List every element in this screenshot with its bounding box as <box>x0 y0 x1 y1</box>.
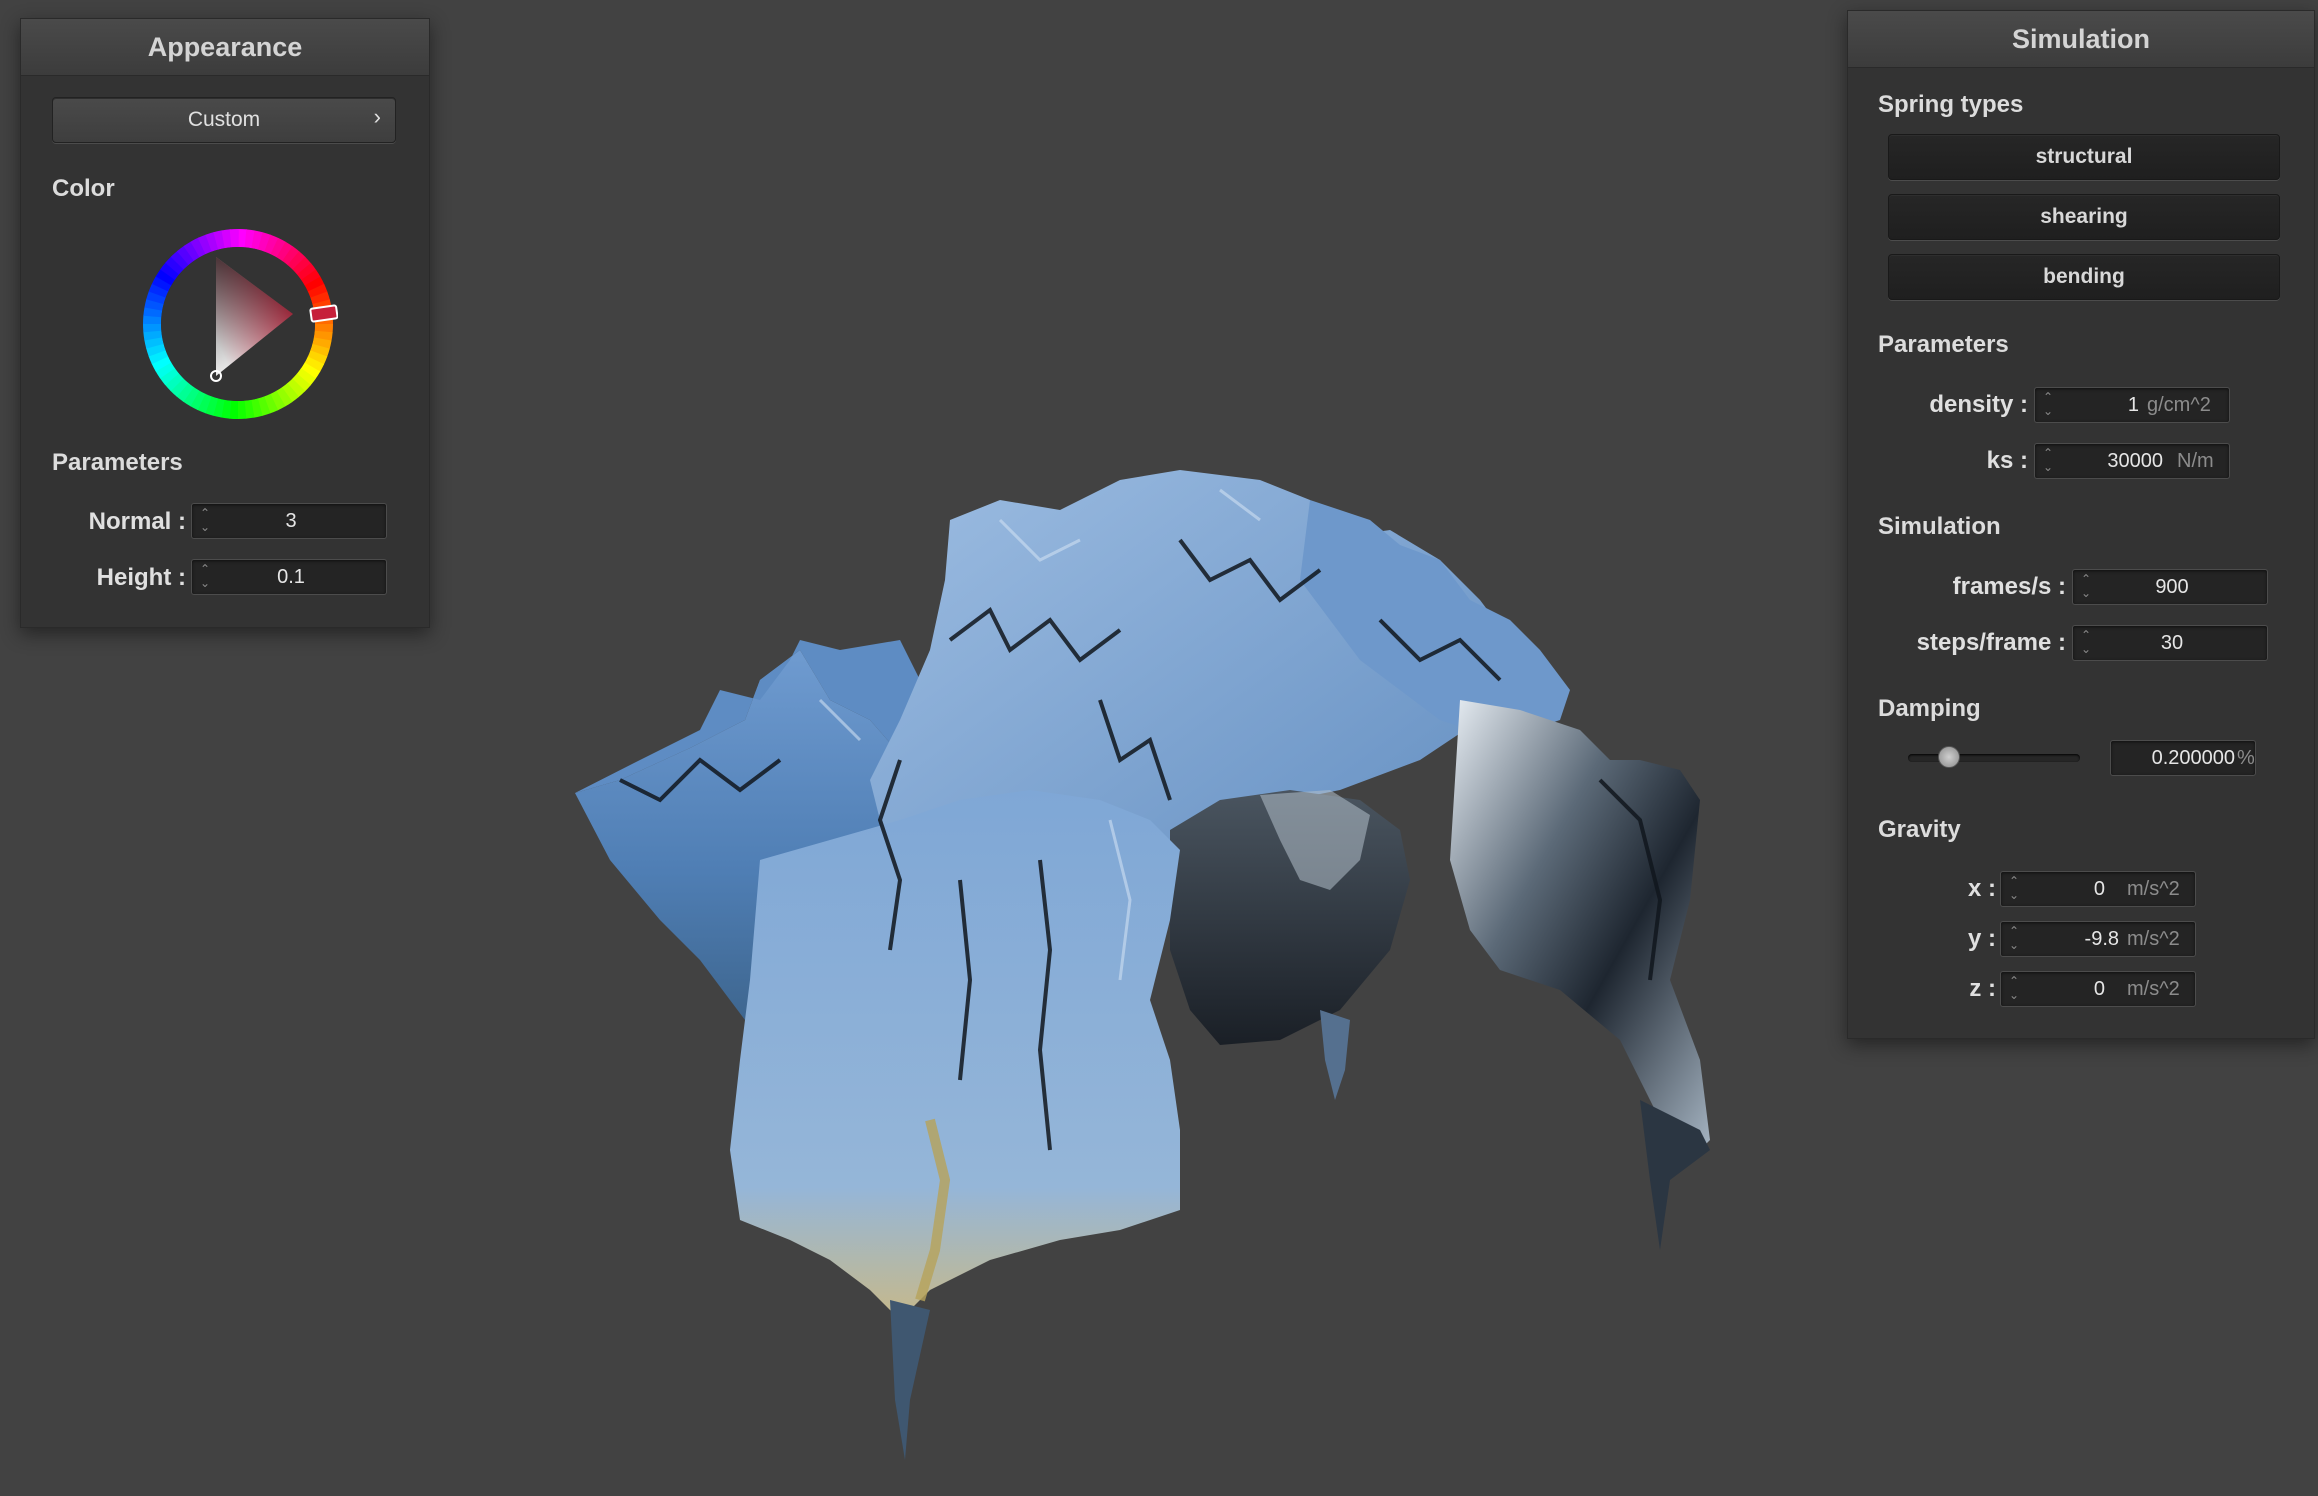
ks-input[interactable]: ⌃ ⌄ 30000 N/m <box>2034 443 2230 479</box>
gravity-z-unit: m/s^2 <box>2127 978 2180 1000</box>
spinner-arrows-icon[interactable]: ⌃ ⌄ <box>2079 572 2093 602</box>
cloth-mesh <box>575 470 1710 1460</box>
spinner-arrows-icon[interactable]: ⌃ ⌄ <box>198 562 212 592</box>
damping-label: Damping <box>1878 695 1981 722</box>
damping-slider-track <box>1908 754 2080 762</box>
simulation-panel-title: Simulation <box>1848 11 2314 68</box>
gravity-z-label: z : <box>1969 975 1996 1002</box>
density-unit: g/cm^2 <box>2147 394 2211 416</box>
spinner-arrows-icon[interactable]: ⌃ ⌄ <box>2007 874 2021 904</box>
normal-value: 3 <box>285 510 297 532</box>
sim-parameters-label: Parameters <box>1878 331 2009 358</box>
hue-ring-handle[interactable] <box>309 304 338 323</box>
gravity-z-value: 0 <box>2093 978 2105 1000</box>
density-label: density : <box>1929 391 2028 418</box>
density-input[interactable]: ⌃ ⌄ 1 g/cm^2 <box>2034 387 2230 423</box>
normal-label: Normal : <box>88 508 186 535</box>
ks-label: ks : <box>1986 447 2028 474</box>
normal-input[interactable]: ⌃ ⌄ 3 <box>191 503 387 539</box>
spinner-arrows-icon[interactable]: ⌃ ⌄ <box>198 506 212 536</box>
gravity-label: Gravity <box>1878 816 1961 843</box>
frames-per-s-label: frames/s : <box>1952 573 2066 600</box>
preset-dropdown-button[interactable]: Custom › <box>52 97 396 143</box>
ks-unit: N/m <box>2177 450 2214 472</box>
damping-input[interactable]: 0.200000 % <box>2110 740 2256 776</box>
chevron-right-icon: › <box>373 104 381 129</box>
frames-per-s-value: 900 <box>2155 576 2189 598</box>
gravity-x-unit: m/s^2 <box>2127 878 2180 900</box>
appearance-panel-title: Appearance <box>21 19 429 76</box>
spinner-arrows-icon[interactable]: ⌃ ⌄ <box>2041 446 2055 476</box>
simulation-section-label: Simulation <box>1878 513 2001 540</box>
color-section-label: Color <box>52 175 115 202</box>
damping-slider-knob[interactable] <box>1938 746 1961 768</box>
gravity-y-unit: m/s^2 <box>2127 928 2180 950</box>
gravity-x-value: 0 <box>2093 878 2105 900</box>
spinner-arrows-icon[interactable]: ⌃ ⌄ <box>2079 628 2093 658</box>
ks-value: 30000 <box>2107 450 2163 472</box>
gravity-y-label: y : <box>1967 925 1996 952</box>
spring-structural-button[interactable]: structural <box>1888 134 2280 180</box>
damping-unit: % <box>2237 747 2255 769</box>
damping-slider[interactable] <box>1908 746 2080 768</box>
gravity-y-input[interactable]: ⌃ ⌄ -9.8 m/s^2 <box>2000 921 2196 957</box>
height-label: Height : <box>96 564 186 591</box>
spinner-arrows-icon[interactable]: ⌃ ⌄ <box>2007 974 2021 1004</box>
damping-value: 0.200000 <box>2151 747 2235 769</box>
steps-per-frame-value: 30 <box>2160 632 2184 654</box>
spring-shearing-button[interactable]: shearing <box>1888 194 2280 240</box>
steps-per-frame-input[interactable]: ⌃ ⌄ 30 <box>2072 625 2268 661</box>
gravity-z-input[interactable]: ⌃ ⌄ 0 m/s^2 <box>2000 971 2196 1007</box>
gravity-x-input[interactable]: ⌃ ⌄ 0 m/s^2 <box>2000 871 2196 907</box>
gravity-y-value: -9.8 <box>2084 928 2119 950</box>
simulation-panel: Simulation Spring types structural shear… <box>1847 10 2315 1039</box>
appearance-panel: Appearance Custom › Color Parameters Nor <box>20 18 430 628</box>
appearance-parameters-label: Parameters <box>52 449 183 476</box>
height-value: 0.1 <box>277 566 305 588</box>
density-value: 1 <box>2127 394 2139 416</box>
frames-per-s-input[interactable]: ⌃ ⌄ 900 <box>2072 569 2268 605</box>
steps-per-frame-label: steps/frame : <box>1916 629 2066 656</box>
gravity-x-label: x : <box>1967 875 1996 902</box>
spinner-arrows-icon[interactable]: ⌃ ⌄ <box>2041 390 2055 420</box>
spring-bending-button[interactable]: bending <box>1888 254 2280 300</box>
height-input[interactable]: ⌃ ⌄ 0.1 <box>191 559 387 595</box>
color-wheel[interactable] <box>138 224 338 424</box>
spinner-arrows-icon[interactable]: ⌃ ⌄ <box>2007 924 2021 954</box>
preset-dropdown-label: Custom <box>187 108 261 131</box>
spring-types-label: Spring types <box>1878 91 2024 118</box>
